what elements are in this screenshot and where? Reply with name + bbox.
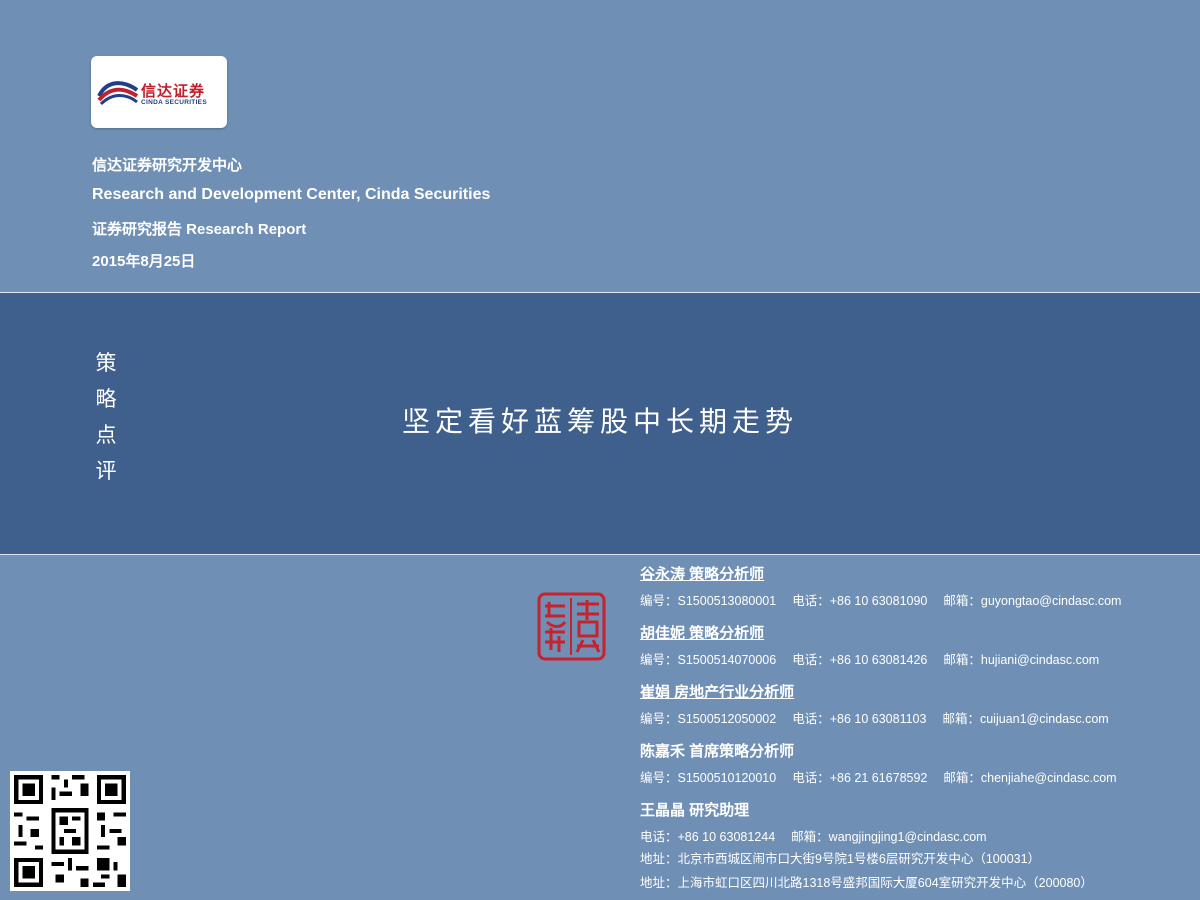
category-char: 策 — [95, 351, 117, 375]
report-date: 2015年8月25日 — [92, 253, 196, 270]
analyst-name: 陈嘉禾 首席策略分析师 — [640, 743, 795, 760]
assistant-phone: 电话：+86 10 63081244 — [640, 830, 776, 844]
header-section: 信达证券 CINDA SECURITIES 信达证券研究开发中心 Researc… — [0, 0, 1200, 292]
center-name-cn: 信达证券研究开发中心 — [92, 157, 243, 174]
red-seal-stamp-icon — [537, 592, 606, 661]
analyst-contact: 编号：S1500513080001 电话：+86 10 63081090 邮箱：gu… — [640, 586, 1200, 623]
logo-name-en: CINDA SECURITIES — [141, 99, 207, 106]
analyst-id: 编号：S1500513080001 — [640, 594, 777, 608]
analyst-contact: 编号：S1500512050002 电话：+86 10 63081103 邮箱：cu… — [640, 704, 1200, 741]
address-beijing: 地址：北京市西城区闹市口大街9号院1号楼6层研究开发中心（100031） — [640, 852, 1041, 866]
analyst-id: 编号：S1500510120010 — [640, 771, 777, 785]
analyst-contact: 编号：S1500510120010 电话：+86 21 61678592 邮箱：ch… — [640, 763, 1200, 800]
analyst-list: 谷永涛 策略分析师 编号：S1500513080001 电话：+86 10 630… — [640, 564, 1200, 895]
analyst-id: 编号：S1500514070006 — [640, 653, 777, 667]
report-title: 坚定看好蓝筹股中长期走势 — [401, 405, 798, 438]
analyst-email: 邮箱：chenjiahe@cindasc.com — [943, 771, 1117, 785]
analyst-id: 编号：S1500512050002 — [640, 712, 777, 726]
category-char: 评 — [95, 459, 117, 483]
analyst-phone: 电话：+86 10 63081103 — [792, 712, 927, 726]
analyst-name[interactable]: 胡佳妮 策略分析师 — [640, 623, 1200, 645]
analyst-phone: 电话：+86 10 63081090 — [792, 594, 928, 608]
qr-code-icon — [10, 771, 130, 891]
analyst-email: 邮箱：cuijuan1@cindasc.com — [942, 712, 1109, 726]
analyst-email: 邮箱：hujiani@cindasc.com — [943, 653, 1100, 667]
logo-name-cn: 信达证券 — [141, 83, 206, 100]
divider-bottom — [0, 554, 1200, 555]
analyst-name[interactable]: 崔娟 房地产行业分析师 — [640, 682, 1200, 704]
analyst-name[interactable]: 谷永涛 策略分析师 — [640, 564, 1200, 586]
cinda-logo-icon — [97, 81, 139, 106]
analyst-phone: 电话：+86 10 63081426 — [792, 653, 928, 667]
analyst-email: 邮箱：guyongtao@cindasc.com — [943, 594, 1122, 608]
analyst-phone: 电话：+86 21 61678592 — [792, 771, 928, 785]
assistant-email: 邮箱：wangjingjing1@cindasc.com — [791, 830, 987, 844]
center-name-en: Research and Development Center, Cinda S… — [92, 186, 491, 203]
assistant-name: 王晶晶 研究助理 — [640, 802, 750, 819]
address-shanghai: 地址：上海市虹口区四川北路1318号盛邦国际大厦604室研究开发中心（20008… — [640, 876, 1093, 890]
report-type: 证券研究报告 Research Report — [92, 221, 307, 238]
company-logo: 信达证券 CINDA SECURITIES — [91, 56, 227, 128]
analyst-contact: 编号：S1500514070006 电话：+86 10 63081426 邮箱：hu… — [640, 645, 1200, 682]
